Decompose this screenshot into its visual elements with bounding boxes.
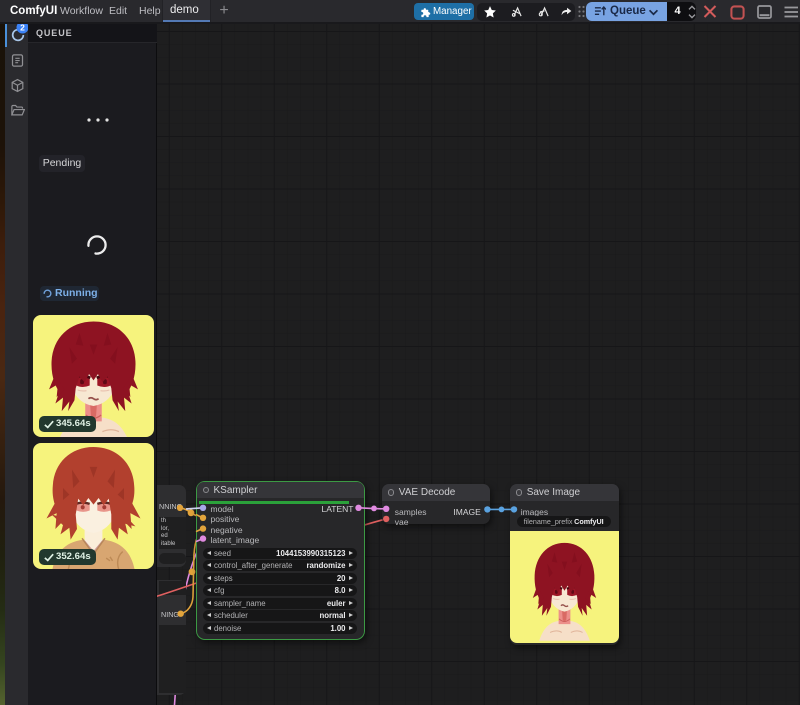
svg-text:2: 2 bbox=[20, 23, 25, 33]
